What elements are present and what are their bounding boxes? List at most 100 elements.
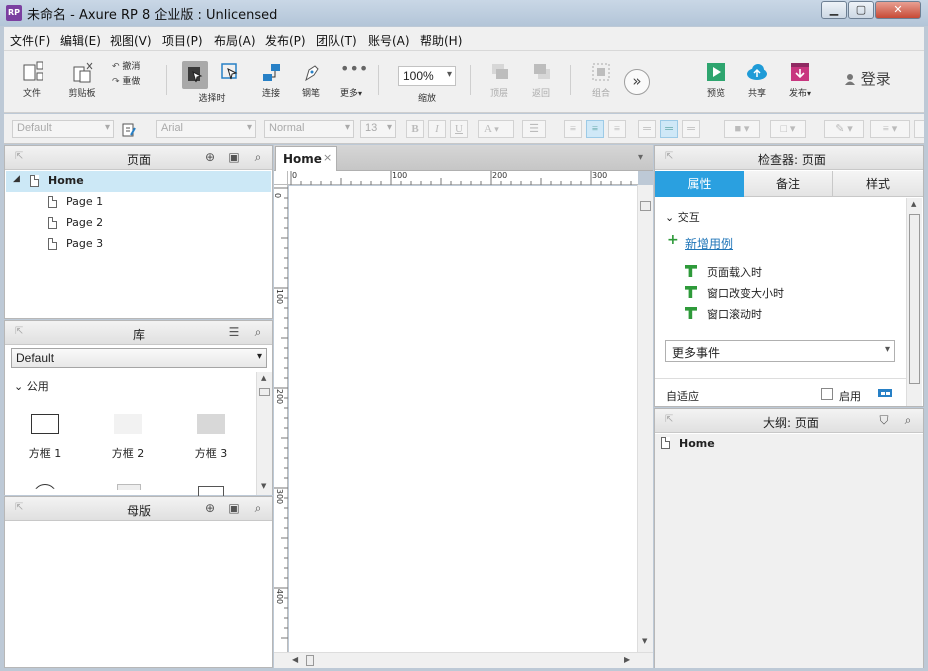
event-window-resize[interactable]: 窗口改变大小时 [685,285,784,301]
enable-checkbox[interactable] [821,388,833,400]
style-select[interactable]: Default [12,120,114,138]
close-icon[interactable]: × [323,151,332,164]
line-color-button[interactable]: ✎ ▾ [824,120,864,138]
inspector-scrollbar[interactable]: ▲ [906,198,922,406]
publish-button[interactable]: 发布▾ [782,61,818,99]
valign-bottom-button[interactable]: ═ [682,120,700,138]
box-3-widget[interactable] [197,414,225,434]
tab-notes[interactable]: 备注 [744,171,833,197]
menu-view[interactable]: 视图(V) [110,32,152,49]
menu-project[interactable]: 项目(P) [162,32,203,49]
file-button[interactable]: 文件 [12,61,52,99]
menu-file[interactable]: 文件(F) [10,32,50,49]
box-1-widget[interactable] [31,414,59,434]
scroll-up-icon[interactable]: ▲ [261,374,266,382]
scroll-thumb[interactable] [909,214,920,384]
underline-button[interactable]: U [450,120,468,138]
zoom-select[interactable]: 100% ▾ [398,66,456,86]
more-events-select[interactable]: 更多事件 ▾ [665,340,895,362]
pin-icon[interactable]: ⇱ [665,151,673,162]
share-button[interactable]: 共享 [742,61,772,99]
scroll-thumb[interactable] [640,201,651,211]
canvas-horizontal-scrollbar[interactable]: ◀ ▶ [274,652,653,668]
pin-icon[interactable]: ⇱ [665,414,673,425]
tab-list-chevron-icon[interactable]: ▾ [638,152,643,163]
filter-icon[interactable]: ⛉ [877,413,891,427]
menu-layout[interactable]: 布局(A) [214,32,256,49]
line-width-button[interactable]: ≡ ▾ [870,120,910,138]
valign-middle-button[interactable]: ═ [660,120,678,138]
menu-help[interactable]: 帮助(H) [420,32,462,49]
select-mode-button[interactable] [182,61,208,89]
add-folder-icon[interactable]: ▣ [227,150,241,164]
scroll-right-icon[interactable]: ▶ [624,655,630,664]
login-button[interactable]: 登录 [844,68,891,89]
send-to-back-button[interactable]: 返回 [526,61,556,99]
menu-icon[interactable]: ☰ [227,325,241,339]
style-edit-icon[interactable] [122,123,136,137]
bold-button[interactable]: B [406,120,424,138]
menu-team[interactable]: 团队(T) [316,32,357,49]
page-tree-item-home[interactable]: ◢ Home [6,171,271,192]
maximize-button[interactable]: ▢ [848,1,874,19]
align-right-button[interactable]: ≡ [608,120,626,138]
clipboard-button[interactable]: 剪贴板 [62,61,102,99]
collapse-triangle-icon[interactable]: ◢ [13,174,20,184]
close-button[interactable]: ✕ [875,1,921,19]
search-icon[interactable]: ⌕ [251,150,265,164]
page-tree-item-page3[interactable]: Page 3 [6,234,271,255]
tab-style[interactable]: 样式 [833,171,923,197]
bullet-list-button[interactable]: ☰ [522,120,546,138]
add-page-icon[interactable]: ⊕ [203,150,217,164]
redo-button[interactable]: ↷ 重做 [112,74,156,87]
box-2-widget[interactable] [114,414,142,434]
interaction-section-header[interactable]: ⌄ 交互 [665,209,700,225]
weight-select[interactable]: Normal [264,120,354,138]
valign-top-button[interactable]: ═ [638,120,656,138]
menu-account[interactable]: 账号(A) [368,32,410,49]
plus-icon[interactable]: + [667,232,679,248]
minimize-button[interactable]: ▁ [821,1,847,19]
pen-button[interactable]: 钢笔 [296,61,326,99]
menu-publish[interactable]: 发布(P) [265,32,306,49]
page-tree-item-page2[interactable]: Page 2 [6,213,271,234]
pin-icon[interactable]: ⇱ [15,151,23,162]
group-header[interactable]: ⌄ 公用 [14,378,49,394]
connect-button[interactable]: 连接 [256,61,286,99]
search-icon[interactable]: ⌕ [251,501,265,515]
align-left-button[interactable]: ≡ [564,120,582,138]
text-color-button[interactable]: A ▾ [478,120,514,138]
placeholder-widget[interactable] [198,486,224,496]
add-case-link[interactable]: 新增用例 [685,235,733,252]
fill-color-button[interactable]: ■ ▾ [724,120,760,138]
add-folder-icon[interactable]: ▣ [227,501,241,515]
library-select[interactable]: Default ▾ [11,348,267,368]
size-select[interactable]: 13 [360,120,396,138]
scroll-down-icon[interactable]: ▼ [642,637,647,645]
shadow-button[interactable]: □ ▾ [770,120,806,138]
search-icon[interactable]: ⌕ [251,325,265,339]
canvas-vertical-scrollbar[interactable]: ▼ [637,185,653,652]
more-button[interactable]: ••• 更多▾ [334,61,368,100]
adaptive-views-icon[interactable] [877,387,893,399]
group-button[interactable]: 组合 [586,61,616,99]
outline-root-item[interactable]: Home [679,437,715,450]
image-widget[interactable] [117,484,141,490]
scroll-up-icon[interactable]: ▲ [911,200,916,208]
scroll-thumb[interactable] [259,388,270,396]
bring-to-front-button[interactable]: 顶层 [484,61,514,99]
menu-edit[interactable]: 编辑(E) [60,32,101,49]
design-canvas[interactable] [289,186,637,652]
event-window-scroll[interactable]: 窗口滚动时 [685,306,762,322]
expand-toolbar-button[interactable]: » [624,69,650,95]
more-format-button[interactable] [914,120,924,138]
library-scrollbar[interactable]: ▲ ▼ [256,372,272,495]
italic-button[interactable]: I [428,120,446,138]
pin-icon[interactable]: ⇱ [15,502,23,513]
scroll-thumb[interactable] [306,655,314,666]
event-page-load[interactable]: 页面载入时 [685,264,762,280]
page-tree-item-page1[interactable]: Page 1 [6,192,271,213]
select-touch-button[interactable] [216,61,242,86]
undo-button[interactable]: ↶ 撤消 [112,59,156,72]
preview-button[interactable]: 预览 [701,61,731,99]
